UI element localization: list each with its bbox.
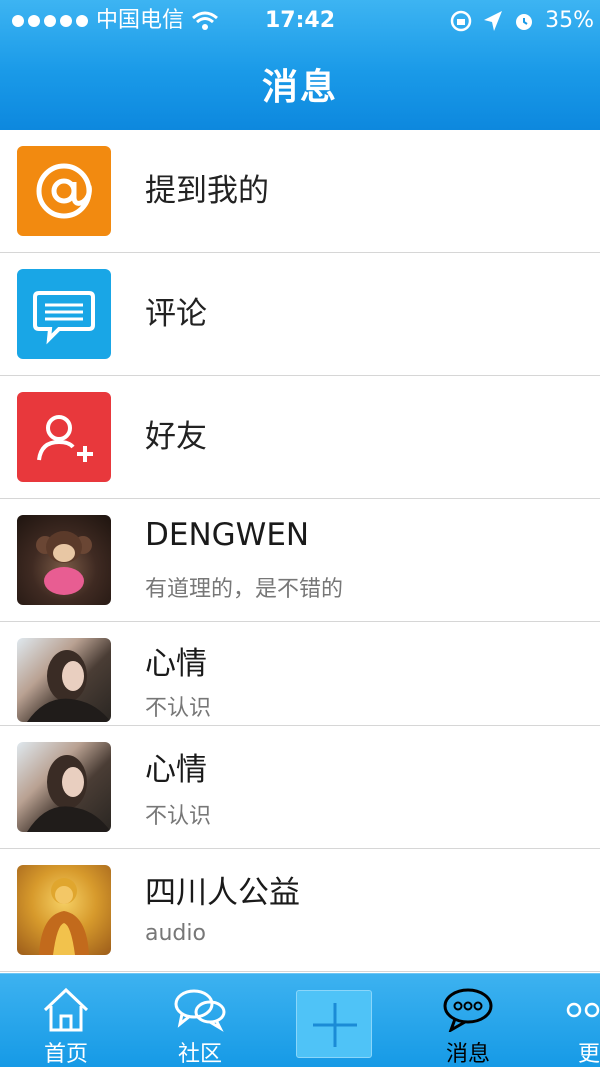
tab-bar: 首页 社区 消息 更 <box>0 973 600 1067</box>
list-item-conversation[interactable]: 四川人公益 audio <box>0 849 600 972</box>
avatar <box>17 638 111 722</box>
list-item-label: 好友 <box>145 419 207 455</box>
rotation-lock-icon <box>450 10 472 32</box>
conversation-preview: 不认识 <box>145 804 212 829</box>
conversation-preview: 有道理的，是不错的 <box>145 577 344 602</box>
message-list: 提到我的 评论 好友 DENGWEN 有道理的，是不错的 心情 不认识 心情 不… <box>0 130 600 972</box>
conversation-preview: 不认识 <box>145 696 212 721</box>
header: 中国电信 17:42 35% 消息 <box>0 0 600 130</box>
compose-button[interactable] <box>296 990 372 1058</box>
battery-label: 35% <box>545 8 594 33</box>
at-icon <box>17 146 111 236</box>
location-icon <box>484 11 503 31</box>
conversation-name: 四川人公益 <box>145 875 300 911</box>
comment-icon <box>17 269 111 359</box>
conversation-name: DENGWEN <box>145 517 310 553</box>
tab-label: 消息 <box>445 1042 490 1067</box>
list-item-friends[interactable]: 好友 <box>0 376 600 499</box>
list-item-label: 提到我的 <box>145 173 269 209</box>
tab-messages[interactable]: 消息 <box>424 974 512 1067</box>
status-bar: 中国电信 17:42 35% <box>0 0 600 42</box>
list-item-conversation[interactable]: 心情 不认识 <box>0 622 600 726</box>
home-icon <box>43 987 89 1032</box>
list-item-label: 评论 <box>145 296 207 332</box>
add-friend-icon <box>17 392 111 482</box>
conversation-name: 心情 <box>145 752 207 788</box>
tab-label: 社区 <box>177 1042 222 1067</box>
tab-label: 更 <box>578 1042 600 1067</box>
chat-bubbles-icon <box>174 989 226 1032</box>
tab-label: 首页 <box>43 1042 88 1067</box>
alarm-icon <box>516 14 533 30</box>
avatar <box>17 865 111 955</box>
message-bubble-icon <box>443 988 493 1032</box>
list-item-mentions[interactable]: 提到我的 <box>0 130 600 253</box>
conversation-name: 心情 <box>145 646 207 682</box>
tab-home[interactable]: 首页 <box>22 974 110 1067</box>
list-item-conversation[interactable]: DENGWEN 有道理的，是不错的 <box>0 499 600 622</box>
avatar <box>17 742 111 832</box>
page-title: 消息 <box>261 67 338 108</box>
tab-more[interactable]: 更 <box>560 974 600 1067</box>
conversation-preview: audio <box>145 921 206 946</box>
tab-community[interactable]: 社区 <box>156 974 244 1067</box>
avatar <box>17 515 111 605</box>
plus-icon <box>313 1003 357 1047</box>
list-item-comments[interactable]: 评论 <box>0 253 600 376</box>
list-item-conversation[interactable]: 心情 不认识 <box>0 726 600 849</box>
more-icon <box>566 1002 600 1018</box>
